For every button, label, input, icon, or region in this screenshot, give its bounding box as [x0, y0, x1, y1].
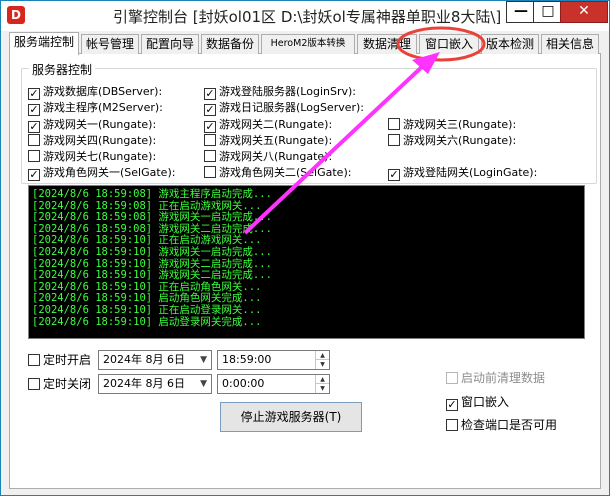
cb-rungate-4[interactable]: 游戏网关四(Rungate): [28, 134, 156, 148]
log-line: [2024/8/6 18:59:10] 游戏网关一启动完成... [32, 245, 272, 258]
cb-m2server[interactable]: 游戏主程序(M2Server): [28, 101, 163, 116]
tab-about[interactable]: 相关信息 [541, 34, 599, 54]
tab-data-backup[interactable]: 数据备份 [201, 34, 259, 54]
tab-data-cleanup[interactable]: 数据清理 [357, 34, 417, 54]
tab-server-control[interactable]: 服务端控制 [9, 32, 79, 55]
spin-up-icon[interactable]: ▲ [316, 375, 329, 384]
minimize-button[interactable]: — [506, 1, 536, 23]
spin-down-icon[interactable]: ▼ [316, 384, 329, 393]
window-title: 引擎控制台 [封妖ol01区 D:\封妖ol专属神器单职业8大陆\] [113, 8, 502, 26]
log-line: [2024/8/6 18:59:08] 游戏主程序启动完成... [32, 188, 272, 200]
cb-logserver[interactable]: 游戏日记服务器(LogServer): [204, 101, 364, 116]
app-window: D 引擎控制台 [封妖ol01区 D:\封妖ol专属神器单职业8大陆\] — □… [0, 0, 610, 496]
cb-rungate-2[interactable]: 游戏网关二(Rungate): [204, 118, 332, 133]
title-bar[interactable]: D 引擎控制台 [封妖ol01区 D:\封妖ol专属神器单职业8大陆\] — □… [1, 1, 609, 31]
stop-time-input[interactable]: 0:00:00 ▲ ▼ [217, 374, 330, 394]
tab-account-manage[interactable]: 帐号管理 [81, 34, 139, 54]
log-output[interactable]: [2024/8/6 18:59:08] 游戏主程序启动完成... [2024/8… [28, 185, 585, 339]
cb-rungate-1[interactable]: 游戏网关一(Rungate): [28, 118, 156, 133]
stop-date-picker[interactable]: 2024年 8月 6日 ▼ [98, 374, 212, 394]
server-control-label: 服务器控制 [29, 61, 96, 78]
time-spinner[interactable]: ▲ ▼ [315, 351, 329, 369]
cb-selgate-1[interactable]: 游戏角色网关一(SelGate): [28, 166, 175, 181]
log-line: [2024/8/6 18:59:10] 启动登录网关完成... [32, 315, 262, 328]
cb-rungate-8[interactable]: 游戏网关八(Rungate): [204, 150, 332, 164]
cb-timed-start[interactable]: 定时开启 [28, 353, 91, 367]
start-date-picker[interactable]: 2024年 8月 6日 ▼ [98, 350, 212, 370]
cb-rungate-6[interactable]: 游戏网关六(Rungate): [388, 134, 516, 148]
cb-check-port[interactable]: 检查端口是否可用 [446, 418, 557, 432]
cb-clean-before-start[interactable]: 启动前清理数据 [446, 371, 545, 385]
cb-window-embed[interactable]: 窗口嵌入 [446, 395, 509, 411]
spin-down-icon[interactable]: ▼ [316, 360, 329, 369]
tab-herom2-convert[interactable]: HeroM2版本转换 [261, 34, 355, 54]
close-button[interactable]: ✕ [560, 1, 608, 23]
maximize-button[interactable]: □ [533, 1, 563, 23]
cb-dbserver[interactable]: 游戏数据库(DBServer): [28, 85, 162, 100]
tab-version-check[interactable]: 版本检测 [481, 34, 539, 54]
cb-rungate-3[interactable]: 游戏网关三(Rungate): [388, 118, 516, 132]
tab-window-embed[interactable]: 窗口嵌入 [419, 34, 479, 54]
spin-up-icon[interactable]: ▲ [316, 351, 329, 360]
cb-rungate-5[interactable]: 游戏网关五(Rungate): [204, 134, 332, 148]
log-line: [2024/8/6 18:59:10] 游戏网关二启动完成... [32, 269, 272, 282]
cb-selgate-2[interactable]: 游戏角色网关二(SelGate): [204, 166, 351, 180]
chevron-down-icon[interactable]: ▼ [200, 375, 207, 393]
log-line: [2024/8/6 18:59:10] 正在启动登录网关... [32, 303, 262, 316]
cb-loginsrv[interactable]: 游戏登陆服务器(LoginSrv): [204, 85, 356, 100]
app-icon: D [7, 6, 25, 24]
tab-config-wizard[interactable]: 配置向导 [141, 34, 199, 54]
start-time-input[interactable]: 18:59:00 ▲ ▼ [217, 350, 330, 370]
chevron-down-icon[interactable]: ▼ [200, 351, 207, 369]
stop-server-button[interactable]: 停止游戏服务器(T) [220, 402, 362, 432]
time-spinner[interactable]: ▲ ▼ [315, 375, 329, 393]
cb-rungate-7[interactable]: 游戏网关七(Rungate): [28, 150, 156, 164]
cb-logingate[interactable]: 游戏登陆网关(LoginGate): [388, 166, 537, 181]
cb-timed-stop[interactable]: 定时关闭 [28, 377, 91, 391]
